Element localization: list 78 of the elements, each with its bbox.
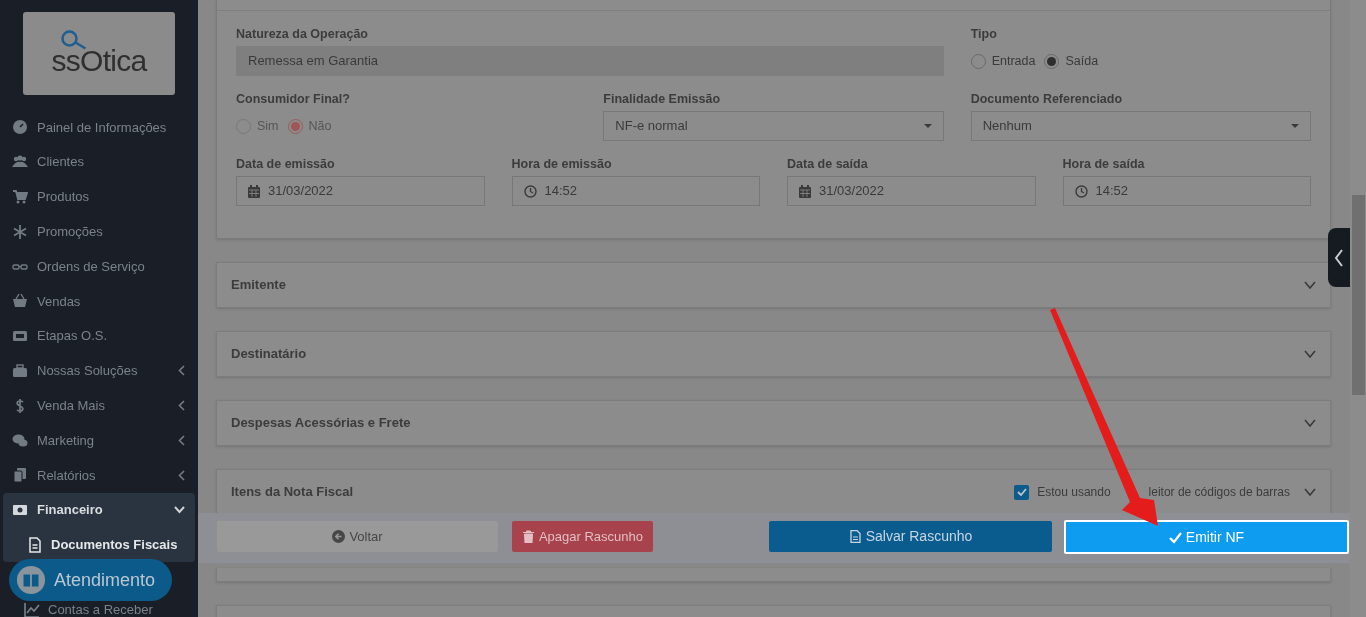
save-draft-button[interactable]: Salvar Rascunho <box>769 521 1052 552</box>
select-field[interactable]: NF-e normal <box>603 111 944 141</box>
menu-item[interactable]: Vendas <box>0 284 198 319</box>
submenu-item[interactable]: Contas a Receber <box>0 602 153 617</box>
copy-icon <box>12 467 28 484</box>
menu-item[interactable]: Financeiro <box>3 492 195 528</box>
field-label: Finalidade Emissão <box>603 91 722 105</box>
clock-icon <box>1074 184 1088 198</box>
checkbox-label: Estou usando <box>1037 484 1111 501</box>
menu-item[interactable]: Etapas O.S. <box>0 318 198 354</box>
field-label: Natureza da Operação <box>236 26 369 40</box>
radio-option[interactable]: Saída <box>1044 51 1099 71</box>
check-icon <box>1168 530 1182 544</box>
menu-item[interactable]: Ordens de Serviço <box>0 249 198 284</box>
input-field[interactable]: 14:52 <box>511 176 760 206</box>
menu-item[interactable]: Marketing <box>0 423 198 458</box>
menu-item[interactable]: Clientes <box>0 144 198 180</box>
section-title: Despesas Acessórias e Frete <box>231 414 412 433</box>
section-title: Emitente <box>231 276 287 295</box>
asterisk-icon <box>12 223 28 240</box>
delete-draft-button[interactable]: Apagar Rascunho <box>512 521 653 552</box>
checkbox-label: leitor de códigos de barras <box>1148 484 1290 501</box>
chevron-left-icon <box>1334 247 1344 268</box>
section-panel[interactable]: Itens da Nota Fiscal Estou usando leitor de códigos de barras <box>216 469 1331 514</box>
menu-item[interactable]: Painel de Informações <box>0 110 198 145</box>
dropdown-caret-icon <box>923 124 932 128</box>
trash-icon <box>521 530 535 543</box>
briefcase-icon <box>12 362 28 379</box>
calendar-icon <box>799 184 811 198</box>
panel-toggle-button[interactable] <box>1328 228 1350 287</box>
back-button[interactable]: Voltar <box>217 521 498 552</box>
field-label: Tipo <box>970 26 998 40</box>
gauge-icon <box>12 119 28 136</box>
chevron-left-icon <box>178 435 185 447</box>
cart-icon <box>12 189 28 205</box>
menu-item[interactable]: Venda Mais <box>0 388 198 424</box>
logo: ssOtica <box>23 12 175 95</box>
input-field[interactable]: 14:52 <box>1062 176 1311 206</box>
support-button[interactable]: Atendimento <box>9 559 172 601</box>
field-label: Data de emissão <box>236 156 336 170</box>
menu-item[interactable]: Produtos <box>0 179 198 215</box>
glasses-icon <box>12 263 28 270</box>
chevron-left-icon <box>178 365 185 377</box>
issue-invoice-button[interactable]: Emitir NF <box>1064 520 1349 554</box>
file-icon <box>27 536 43 553</box>
chart-icon <box>24 601 40 617</box>
field-label: Data de saída <box>787 156 869 170</box>
section-title: Itens da Nota Fiscal <box>231 483 355 502</box>
basket-icon <box>12 293 28 310</box>
input-field[interactable]: 31/03/2022 <box>236 176 485 206</box>
section-panel[interactable]: Emitente <box>216 262 1331 308</box>
scrollbar[interactable] <box>1350 0 1366 617</box>
calendar-icon <box>248 184 260 198</box>
radio-option[interactable]: Entrada <box>970 51 1036 71</box>
chevron-down-icon <box>174 506 185 515</box>
field-label: Hora de emissão <box>511 156 613 170</box>
file-icon <box>848 530 862 543</box>
input-field[interactable]: 31/03/2022 <box>787 176 1036 206</box>
clock-icon <box>523 184 537 198</box>
book-icon <box>16 565 46 595</box>
chevron-left-icon <box>178 469 185 481</box>
menu-item[interactable]: Nossas Soluções <box>0 353 198 389</box>
field-label: Consumidor Final? <box>236 91 351 105</box>
arrow-left-icon <box>332 530 346 543</box>
field-label: Hora de saída <box>1062 156 1146 170</box>
section-panel[interactable]: Destinatário <box>216 331 1331 377</box>
submenu-item[interactable]: Documentos Fiscais <box>3 527 195 562</box>
menu-item[interactable]: Promoções <box>0 214 198 250</box>
chevron-left-icon <box>178 400 185 412</box>
select-field[interactable]: Nenhum <box>970 111 1311 141</box>
dropdown-caret-icon <box>1291 124 1299 128</box>
field-label: Documento Referenciado <box>970 91 1124 105</box>
section-title: Destinatário <box>231 345 308 364</box>
section-panel[interactable]: Despesas Acessórias e Frete <box>216 400 1331 446</box>
checkbox[interactable] <box>1014 484 1030 500</box>
chat-icon <box>12 432 28 449</box>
menu-item[interactable]: Relatórios <box>0 457 198 493</box>
scrollbar-thumb[interactable] <box>1352 195 1365 395</box>
